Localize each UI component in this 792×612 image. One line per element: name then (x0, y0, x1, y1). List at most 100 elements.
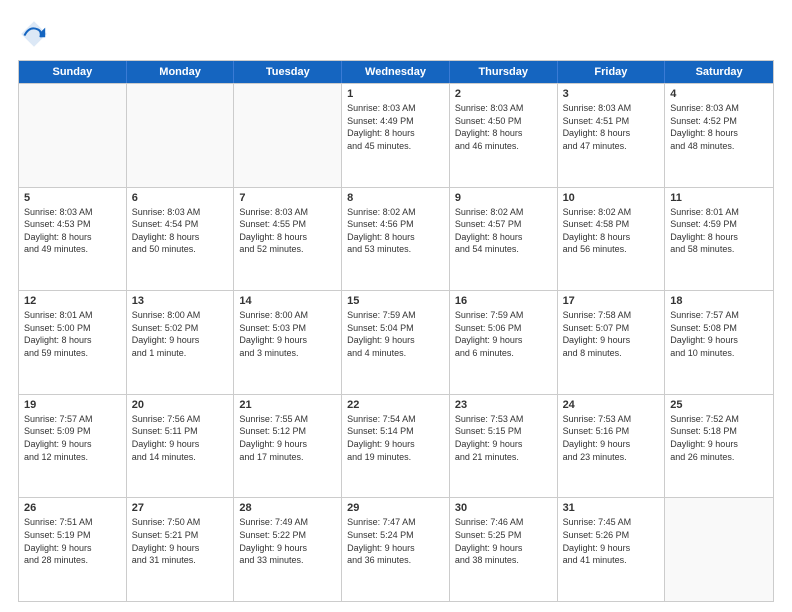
day-info: Sunrise: 8:03 AM Sunset: 4:53 PM Dayligh… (24, 206, 121, 256)
day-info: Sunrise: 8:02 AM Sunset: 4:56 PM Dayligh… (347, 206, 444, 256)
day-cell-10: 10 Sunrise: 8:02 AM Sunset: 4:58 PM Dayli… (558, 188, 666, 291)
day-cell-29: 29 Sunrise: 7:47 AM Sunset: 5:24 PM Dayli… (342, 498, 450, 601)
day-info: Sunrise: 7:53 AM Sunset: 5:16 PM Dayligh… (563, 413, 660, 463)
day-number: 4 (670, 88, 768, 100)
day-number: 18 (670, 295, 768, 307)
weekday-header-monday: Monday (127, 61, 235, 83)
empty-cell (665, 498, 773, 601)
day-number: 31 (563, 502, 660, 514)
weekday-header-tuesday: Tuesday (234, 61, 342, 83)
day-info: Sunrise: 8:02 AM Sunset: 4:57 PM Dayligh… (455, 206, 552, 256)
day-number: 13 (132, 295, 229, 307)
day-info: Sunrise: 7:45 AM Sunset: 5:26 PM Dayligh… (563, 516, 660, 566)
day-info: Sunrise: 7:50 AM Sunset: 5:21 PM Dayligh… (132, 516, 229, 566)
empty-cell (127, 84, 235, 187)
day-info: Sunrise: 7:56 AM Sunset: 5:11 PM Dayligh… (132, 413, 229, 463)
day-cell-30: 30 Sunrise: 7:46 AM Sunset: 5:25 PM Dayli… (450, 498, 558, 601)
day-cell-26: 26 Sunrise: 7:51 AM Sunset: 5:19 PM Dayli… (19, 498, 127, 601)
day-info: Sunrise: 7:52 AM Sunset: 5:18 PM Dayligh… (670, 413, 768, 463)
weekday-header-friday: Friday (558, 61, 666, 83)
day-number: 2 (455, 88, 552, 100)
day-info: Sunrise: 7:58 AM Sunset: 5:07 PM Dayligh… (563, 309, 660, 359)
day-info: Sunrise: 7:59 AM Sunset: 5:04 PM Dayligh… (347, 309, 444, 359)
day-number: 6 (132, 192, 229, 204)
day-info: Sunrise: 8:02 AM Sunset: 4:58 PM Dayligh… (563, 206, 660, 256)
day-cell-27: 27 Sunrise: 7:50 AM Sunset: 5:21 PM Dayli… (127, 498, 235, 601)
calendar-body: 1Sunrise: 8:03 AM Sunset: 4:49 PM Daylig… (19, 83, 773, 601)
day-info: Sunrise: 7:51 AM Sunset: 5:19 PM Dayligh… (24, 516, 121, 566)
day-cell-4: 4Sunrise: 8:03 AM Sunset: 4:52 PM Daylig… (665, 84, 773, 187)
day-number: 30 (455, 502, 552, 514)
logo (18, 18, 56, 50)
empty-cell (234, 84, 342, 187)
day-number: 11 (670, 192, 768, 204)
day-cell-22: 22 Sunrise: 7:54 AM Sunset: 5:14 PM Dayli… (342, 395, 450, 498)
day-number: 16 (455, 295, 552, 307)
day-number: 26 (24, 502, 121, 514)
day-info: Sunrise: 8:03 AM Sunset: 4:50 PM Dayligh… (455, 102, 552, 152)
day-number: 25 (670, 399, 768, 411)
day-cell-16: 16 Sunrise: 7:59 AM Sunset: 5:06 PM Dayli… (450, 291, 558, 394)
day-number: 29 (347, 502, 444, 514)
day-number: 1 (347, 88, 444, 100)
day-info: Sunrise: 7:53 AM Sunset: 5:15 PM Dayligh… (455, 413, 552, 463)
day-info: Sunrise: 8:01 AM Sunset: 5:00 PM Dayligh… (24, 309, 121, 359)
day-cell-1: 1Sunrise: 8:03 AM Sunset: 4:49 PM Daylig… (342, 84, 450, 187)
day-cell-28: 28 Sunrise: 7:49 AM Sunset: 5:22 PM Dayli… (234, 498, 342, 601)
header (18, 18, 774, 50)
calendar: SundayMondayTuesdayWednesdayThursdayFrid… (18, 60, 774, 602)
day-cell-5: 5 Sunrise: 8:03 AM Sunset: 4:53 PM Daylig… (19, 188, 127, 291)
day-info: Sunrise: 7:59 AM Sunset: 5:06 PM Dayligh… (455, 309, 552, 359)
day-number: 15 (347, 295, 444, 307)
empty-cell (19, 84, 127, 187)
day-cell-24: 24 Sunrise: 7:53 AM Sunset: 5:16 PM Dayli… (558, 395, 666, 498)
day-cell-9: 9 Sunrise: 8:02 AM Sunset: 4:57 PM Daylig… (450, 188, 558, 291)
day-number: 9 (455, 192, 552, 204)
generalblue-logo-icon (18, 18, 50, 50)
day-cell-17: 17 Sunrise: 7:58 AM Sunset: 5:07 PM Dayli… (558, 291, 666, 394)
day-number: 8 (347, 192, 444, 204)
day-cell-7: 7 Sunrise: 8:03 AM Sunset: 4:55 PM Daylig… (234, 188, 342, 291)
day-cell-21: 21Sunrise: 7:55 AM Sunset: 5:12 PM Dayli… (234, 395, 342, 498)
calendar-week-3: 12 Sunrise: 8:01 AM Sunset: 5:00 PM Dayli… (19, 290, 773, 394)
day-info: Sunrise: 7:55 AM Sunset: 5:12 PM Dayligh… (239, 413, 336, 463)
weekday-header-sunday: Sunday (19, 61, 127, 83)
calendar-week-1: 1Sunrise: 8:03 AM Sunset: 4:49 PM Daylig… (19, 83, 773, 187)
day-cell-15: 15 Sunrise: 7:59 AM Sunset: 5:04 PM Dayli… (342, 291, 450, 394)
day-number: 12 (24, 295, 121, 307)
calendar-week-4: 19Sunrise: 7:57 AM Sunset: 5:09 PM Dayli… (19, 394, 773, 498)
day-info: Sunrise: 7:46 AM Sunset: 5:25 PM Dayligh… (455, 516, 552, 566)
page: SundayMondayTuesdayWednesdayThursdayFrid… (0, 0, 792, 612)
day-number: 5 (24, 192, 121, 204)
day-number: 22 (347, 399, 444, 411)
calendar-header: SundayMondayTuesdayWednesdayThursdayFrid… (19, 61, 773, 83)
day-info: Sunrise: 7:54 AM Sunset: 5:14 PM Dayligh… (347, 413, 444, 463)
day-cell-11: 11 Sunrise: 8:01 AM Sunset: 4:59 PM Dayli… (665, 188, 773, 291)
day-cell-12: 12 Sunrise: 8:01 AM Sunset: 5:00 PM Dayli… (19, 291, 127, 394)
day-cell-6: 6Sunrise: 8:03 AM Sunset: 4:54 PM Daylig… (127, 188, 235, 291)
day-info: Sunrise: 8:01 AM Sunset: 4:59 PM Dayligh… (670, 206, 768, 256)
day-info: Sunrise: 8:03 AM Sunset: 4:51 PM Dayligh… (563, 102, 660, 152)
day-number: 10 (563, 192, 660, 204)
day-info: Sunrise: 8:00 AM Sunset: 5:02 PM Dayligh… (132, 309, 229, 359)
day-info: Sunrise: 7:49 AM Sunset: 5:22 PM Dayligh… (239, 516, 336, 566)
day-number: 17 (563, 295, 660, 307)
calendar-week-2: 5 Sunrise: 8:03 AM Sunset: 4:53 PM Daylig… (19, 187, 773, 291)
day-cell-3: 3 Sunrise: 8:03 AM Sunset: 4:51 PM Daylig… (558, 84, 666, 187)
day-info: Sunrise: 8:03 AM Sunset: 4:55 PM Dayligh… (239, 206, 336, 256)
day-info: Sunrise: 8:00 AM Sunset: 5:03 PM Dayligh… (239, 309, 336, 359)
day-number: 20 (132, 399, 229, 411)
weekday-header-wednesday: Wednesday (342, 61, 450, 83)
day-info: Sunrise: 7:47 AM Sunset: 5:24 PM Dayligh… (347, 516, 444, 566)
day-number: 24 (563, 399, 660, 411)
day-number: 28 (239, 502, 336, 514)
day-cell-25: 25 Sunrise: 7:52 AM Sunset: 5:18 PM Dayli… (665, 395, 773, 498)
day-number: 14 (239, 295, 336, 307)
day-number: 27 (132, 502, 229, 514)
weekday-header-saturday: Saturday (665, 61, 773, 83)
day-number: 7 (239, 192, 336, 204)
weekday-header-thursday: Thursday (450, 61, 558, 83)
calendar-week-5: 26 Sunrise: 7:51 AM Sunset: 5:19 PM Dayli… (19, 497, 773, 601)
day-number: 3 (563, 88, 660, 100)
day-info: Sunrise: 7:57 AM Sunset: 5:09 PM Dayligh… (24, 413, 121, 463)
